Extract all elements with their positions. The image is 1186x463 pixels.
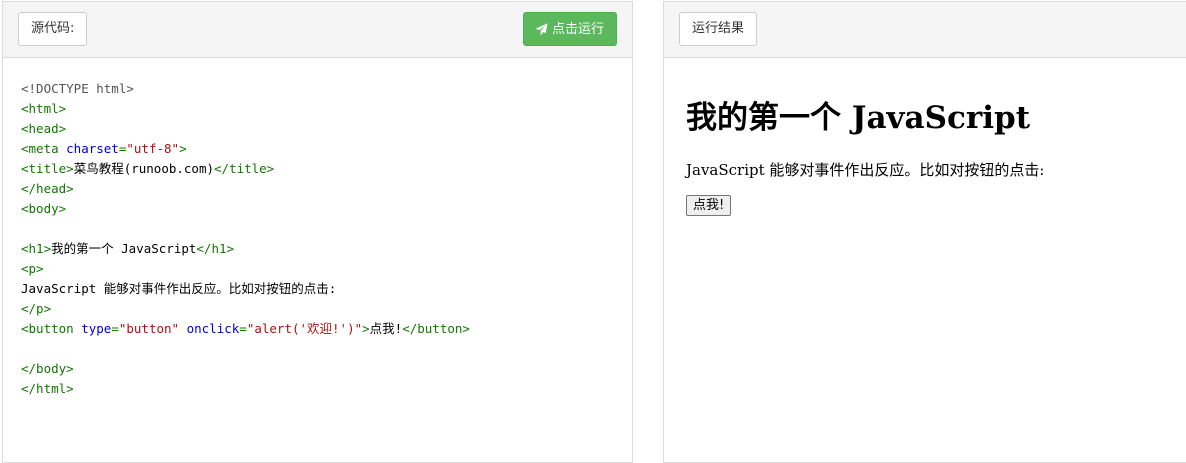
code-token-text: 菜鸟教程(runoob.com) <box>73 161 214 176</box>
code-token-str: "button" <box>118 321 180 336</box>
code-token-tag: <title> <box>21 161 74 176</box>
code-token-tag: > <box>179 141 187 156</box>
code-token-tag: <meta <box>21 141 67 156</box>
code-token-tag: </title> <box>214 161 275 176</box>
result-header: 运行结果 <box>664 2 1186 58</box>
code-line: <body> <box>21 199 470 219</box>
code-token-tag: = <box>111 321 119 336</box>
code-token-attr: onclick <box>186 321 240 336</box>
code-token-tag: = <box>239 321 247 336</box>
result-tab[interactable]: 运行结果 <box>679 12 758 46</box>
source-code-panel: 源代码: 点击运行 <!DOCTYPE html> <html> <head> <me… <box>2 1 633 463</box>
code-token-tag: > <box>362 321 370 336</box>
code-editor[interactable]: <!DOCTYPE html> <html> <head> <meta charset… <box>21 79 470 399</box>
code-line: <p> <box>21 259 470 279</box>
source-code-tab[interactable]: 源代码: <box>18 12 88 46</box>
result-preview: 我的第一个 JavaScript JavaScript 能够对事件作出反应。比如… <box>664 58 1186 462</box>
code-line: </p> <box>21 299 470 319</box>
paper-plane-icon <box>535 22 548 36</box>
code-token-attr: type <box>81 321 112 336</box>
preview-paragraph: JavaScript 能够对事件作出反应。比如对按钮的点击: <box>686 161 1045 179</box>
code-line: <meta charset="utf-8"> <box>21 139 470 159</box>
click-me-button[interactable]: 点我! <box>686 195 732 216</box>
code-token-tag: <h1> <box>21 241 52 256</box>
code-line: </html> <box>21 379 470 399</box>
code-token-tag: </button> <box>402 321 470 336</box>
code-token-str: "alert('欢迎!')" <box>246 321 363 336</box>
run-button-label: 点击运行 <box>551 21 604 36</box>
code-line: <h1>我的第一个 JavaScript</h1> <box>21 239 470 259</box>
code-token-tag: </html> <box>21 381 74 396</box>
run-button[interactable]: 点击运行 <box>522 12 617 46</box>
code-token-tag: </head> <box>21 181 74 196</box>
code-token-str: "utf-8" <box>126 141 180 156</box>
code-token-text: 我的第一个 JavaScript <box>51 241 197 256</box>
code-token-tag: </p> <box>21 301 52 316</box>
code-token-text: 点我! <box>369 321 403 336</box>
code-token-tag: <body> <box>21 201 67 216</box>
code-token-tag: <button <box>21 321 82 336</box>
code-line: <html> <box>21 99 470 119</box>
code-line: <!DOCTYPE html> <box>21 79 470 99</box>
code-line: <head> <box>21 119 470 139</box>
code-line: </head> <box>21 179 470 199</box>
code-token-tag: <head> <box>21 121 67 136</box>
code-token-attr: charset <box>66 141 119 156</box>
preview-heading: 我的第一个 JavaScript <box>686 100 1031 136</box>
source-code-header: 源代码: 点击运行 <box>3 2 632 58</box>
code-token-tag: <p> <box>21 261 44 276</box>
code-token-tag: </body> <box>21 361 74 376</box>
code-line: </body> <box>21 359 470 379</box>
code-line: <button type="button" onclick="alert('欢迎… <box>21 319 470 339</box>
code-line: <title>菜鸟教程(runoob.com)</title> <box>21 159 470 179</box>
result-panel: 运行结果 我的第一个 JavaScript JavaScript 能够对事件作出… <box>663 1 1186 463</box>
code-token-tag: </h1> <box>196 241 235 256</box>
code-line: JavaScript 能够对事件作出反应。比如对按钮的点击: <box>21 279 470 299</box>
code-token-tag: <html> <box>21 101 67 116</box>
code-token-text: JavaScript 能够对事件作出反应。比如对按钮的点击: <box>21 281 337 296</box>
code-token-doc: <!DOCTYPE html> <box>21 81 134 96</box>
